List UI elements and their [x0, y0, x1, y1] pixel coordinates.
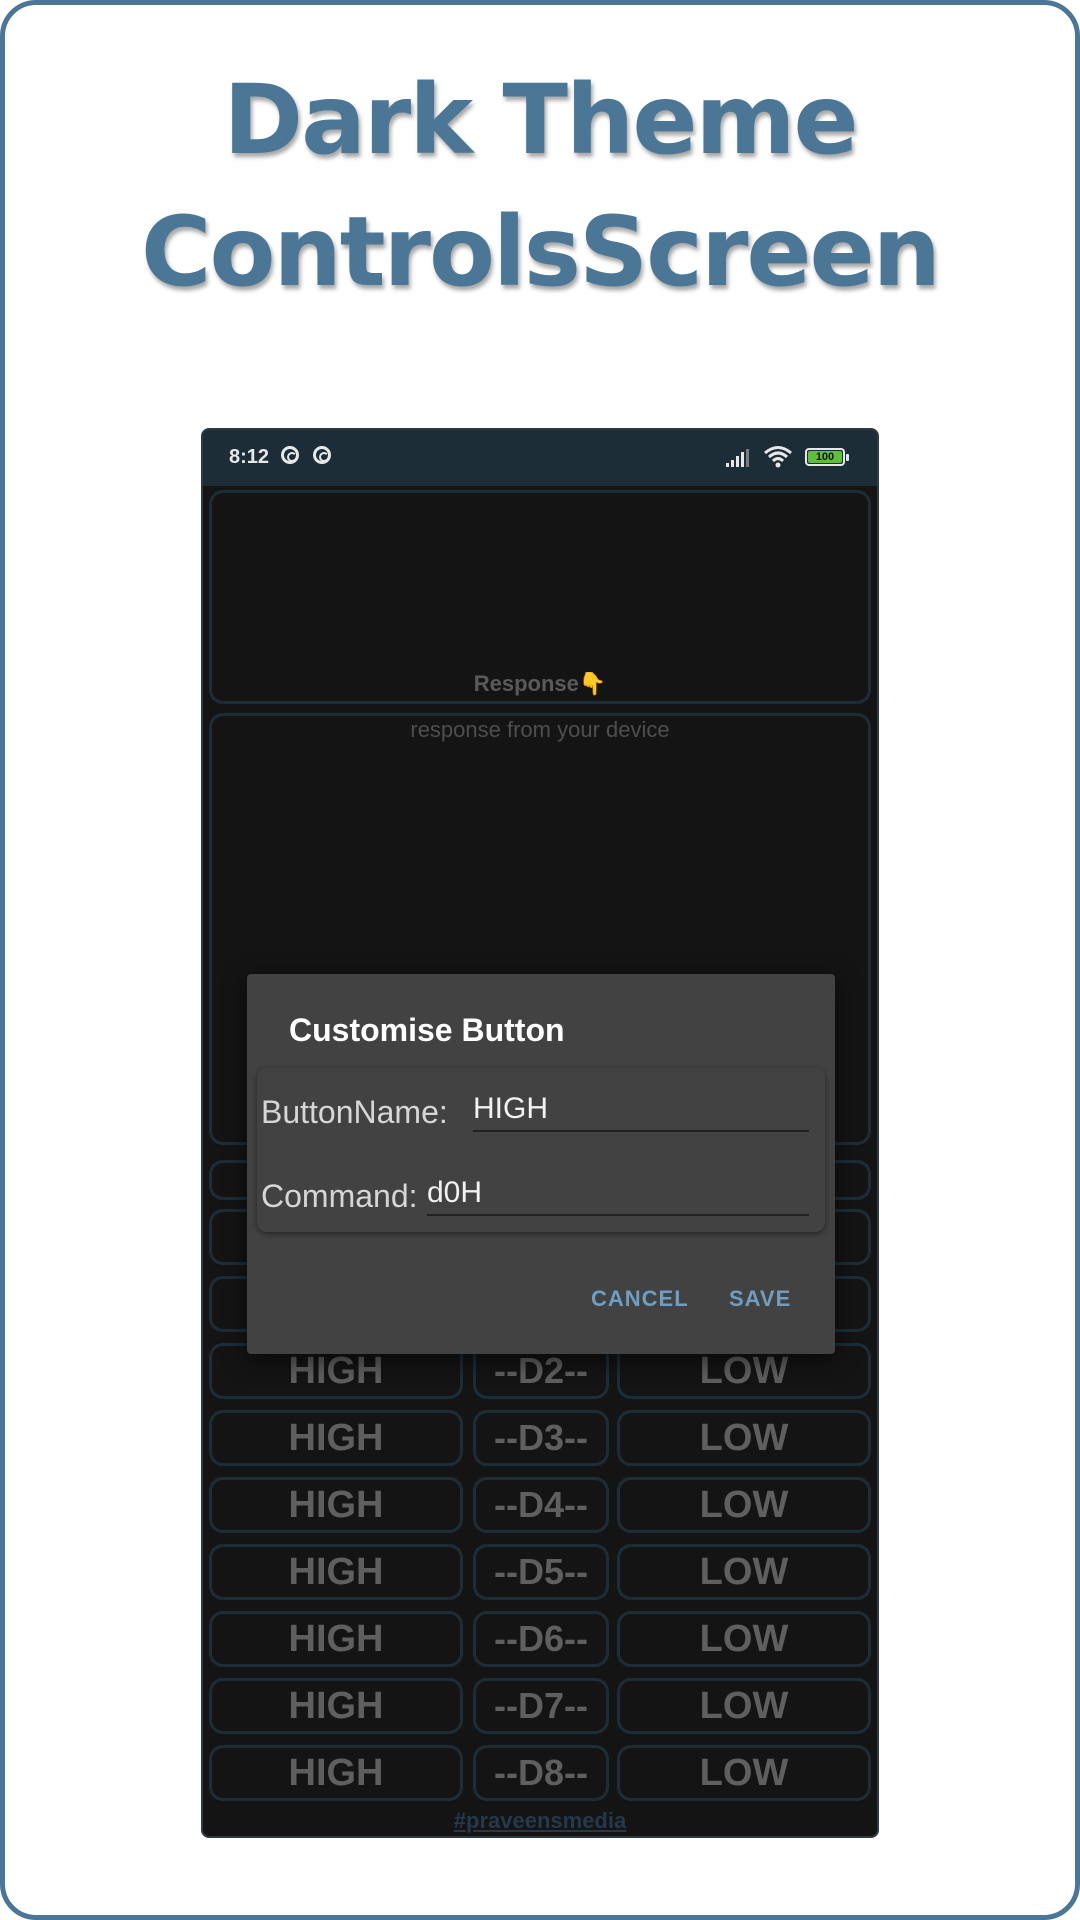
high-button[interactable]: HIGH	[209, 1477, 463, 1533]
save-button[interactable]: SAVE	[729, 1286, 791, 1312]
high-button[interactable]: HIGH	[209, 1544, 463, 1600]
high-button[interactable]: HIGH	[209, 1611, 463, 1667]
low-button[interactable]: LOW	[617, 1477, 871, 1533]
battery-level: 100	[808, 451, 842, 463]
headline-line-1: Dark Theme	[223, 64, 858, 176]
response-title: Response👇	[473, 671, 607, 696]
hotspot-icon	[313, 446, 331, 464]
high-button[interactable]: HIGH	[209, 1678, 463, 1734]
high-button[interactable]: HIGH	[209, 1410, 463, 1466]
pin-label: --D5--	[473, 1544, 609, 1600]
dialog-form: ButtonName: Command:	[257, 1068, 825, 1232]
response-hint: response from your device	[410, 717, 670, 742]
dialog-title: Customise Button	[289, 1012, 565, 1048]
low-button[interactable]: LOW	[617, 1611, 871, 1667]
headline-line-2: ControlsScreen	[141, 196, 941, 308]
battery-icon: 100	[805, 448, 849, 466]
button-name-label: ButtonName:	[261, 1094, 448, 1130]
command-label: Command:	[261, 1178, 418, 1214]
pin-label: --D6--	[473, 1611, 609, 1667]
low-button[interactable]: LOW	[617, 1410, 871, 1466]
signal-icon	[726, 449, 749, 467]
button-name-input[interactable]	[473, 1092, 809, 1132]
pin-label: --D3--	[473, 1410, 609, 1466]
command-input[interactable]	[427, 1176, 809, 1216]
wifi-icon	[764, 446, 792, 468]
pin-label: --D8--	[473, 1745, 609, 1801]
pin-label: --D4--	[473, 1477, 609, 1533]
low-button[interactable]: LOW	[617, 1678, 871, 1734]
low-button[interactable]: LOW	[617, 1745, 871, 1801]
status-time: 8:12	[229, 446, 270, 468]
cancel-button[interactable]: CANCEL	[591, 1286, 689, 1312]
low-button[interactable]: LOW	[617, 1544, 871, 1600]
footer-link[interactable]: #praveensmedia	[203, 1808, 877, 1834]
phone-screen: 8:12 100 Response👇 response from your de…	[201, 428, 879, 1838]
status-bar: 8:12 100	[203, 430, 877, 486]
high-button[interactable]: HIGH	[209, 1745, 463, 1801]
customise-dialog: Customise Button ButtonName: Command: CA…	[247, 974, 835, 1354]
location-icon	[281, 446, 299, 464]
pin-label: --D7--	[473, 1678, 609, 1734]
